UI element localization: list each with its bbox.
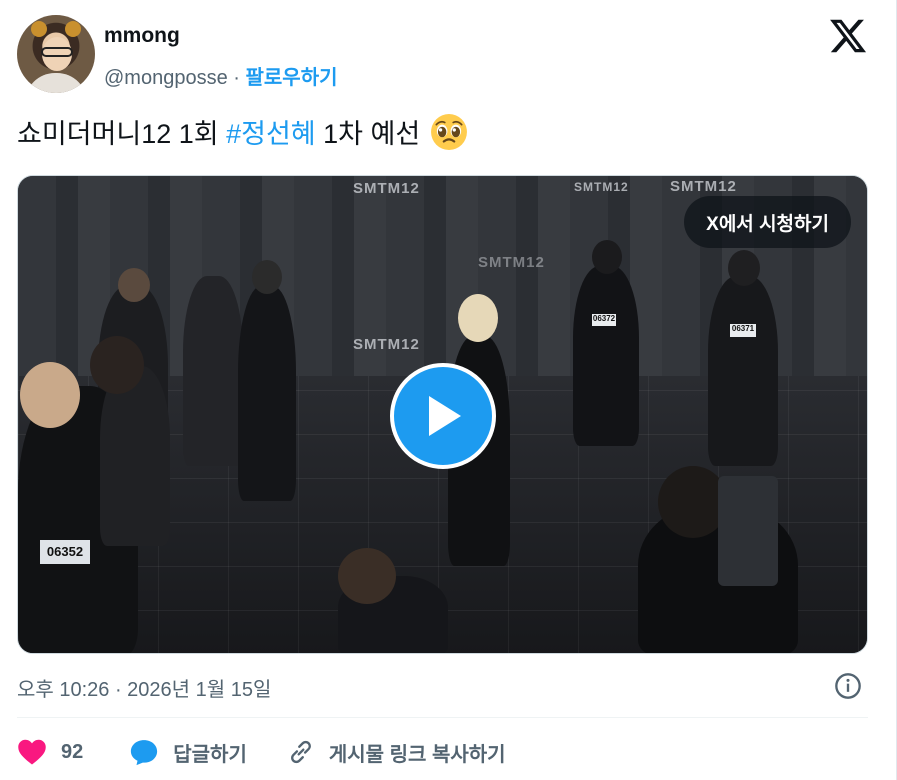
- avatar-shirt: [25, 73, 87, 93]
- link-icon: [290, 740, 311, 764]
- person-head: [90, 336, 144, 394]
- stage-logo: SMTM12: [574, 180, 629, 194]
- copy-link-button[interactable]: 게시물 링크 복사하기: [287, 738, 506, 767]
- person-head: [592, 240, 622, 274]
- info-icon[interactable]: [834, 672, 862, 700]
- author-handle[interactable]: @mongposse: [104, 67, 228, 89]
- tweet-timestamp[interactable]: 오후 10:26 · 2026년 1월 15일: [17, 673, 271, 702]
- avatar[interactable]: [17, 15, 95, 93]
- person-head: [118, 268, 150, 302]
- person-silhouette: [183, 276, 243, 466]
- like-count: 92: [61, 740, 84, 763]
- action-bar: 92 답글하기 게시물 링크 복사하기: [17, 735, 546, 769]
- stage-logo: SMTM12: [353, 180, 420, 197]
- x-logo-icon[interactable]: [828, 16, 868, 56]
- tweet-text: 쇼미더머니12 1회 #정선혜 1차 예선: [17, 112, 468, 151]
- contestant-badge: 06372: [592, 314, 616, 326]
- heart-icon: [18, 739, 46, 765]
- reply-button[interactable]: 답글하기: [129, 738, 247, 767]
- divider: [17, 717, 868, 718]
- play-icon: [429, 396, 461, 436]
- avatar-ear-left: [31, 21, 47, 37]
- person-head: [252, 260, 282, 294]
- pleading-face-emoji-icon: [431, 113, 468, 150]
- stage-logo: SMTM12: [478, 254, 545, 271]
- person-head: [20, 362, 80, 428]
- person-silhouette: [573, 266, 639, 446]
- video-media[interactable]: SMTM12 SMTM12 SMTM12 SMTM12 SMTM12 06372…: [17, 175, 868, 654]
- person-head: [458, 294, 498, 342]
- tweet-card: mmong @mongposse · 팔로우하기 쇼미더머니12 1회 #정선혜…: [0, 0, 897, 780]
- contestant-badge: 06352: [40, 540, 90, 564]
- watch-on-x-button[interactable]: X에서 시청하기: [684, 196, 851, 248]
- author-handle-row: @mongposse · 팔로우하기: [104, 61, 338, 90]
- camera-rig: [718, 476, 778, 586]
- copy-link-label: 게시물 링크 복사하기: [328, 743, 506, 766]
- person-head: [338, 548, 396, 604]
- stage-logo: SMTM12: [353, 336, 420, 353]
- reply-bubble-icon: [131, 740, 158, 766]
- stage-logo: SMTM12: [670, 178, 737, 195]
- avatar-ear-right: [65, 21, 81, 37]
- contestant-badge: 06371: [730, 324, 756, 337]
- author-name[interactable]: mmong: [104, 24, 180, 48]
- separator-dot: ·: [233, 67, 240, 89]
- hashtag-link[interactable]: #정선혜: [226, 112, 316, 151]
- tweet-text-after: 1차 예선: [315, 119, 421, 149]
- avatar-glasses: [41, 47, 73, 57]
- person-silhouette: [238, 286, 296, 501]
- tweet-text-before: 쇼미더머니12 1회: [17, 119, 227, 149]
- follow-button[interactable]: 팔로우하기: [246, 67, 338, 89]
- reply-label: 답글하기: [173, 743, 247, 766]
- like-button[interactable]: 92: [17, 738, 83, 766]
- person-head: [728, 250, 760, 286]
- play-button[interactable]: [390, 363, 496, 469]
- person-silhouette: [708, 276, 778, 466]
